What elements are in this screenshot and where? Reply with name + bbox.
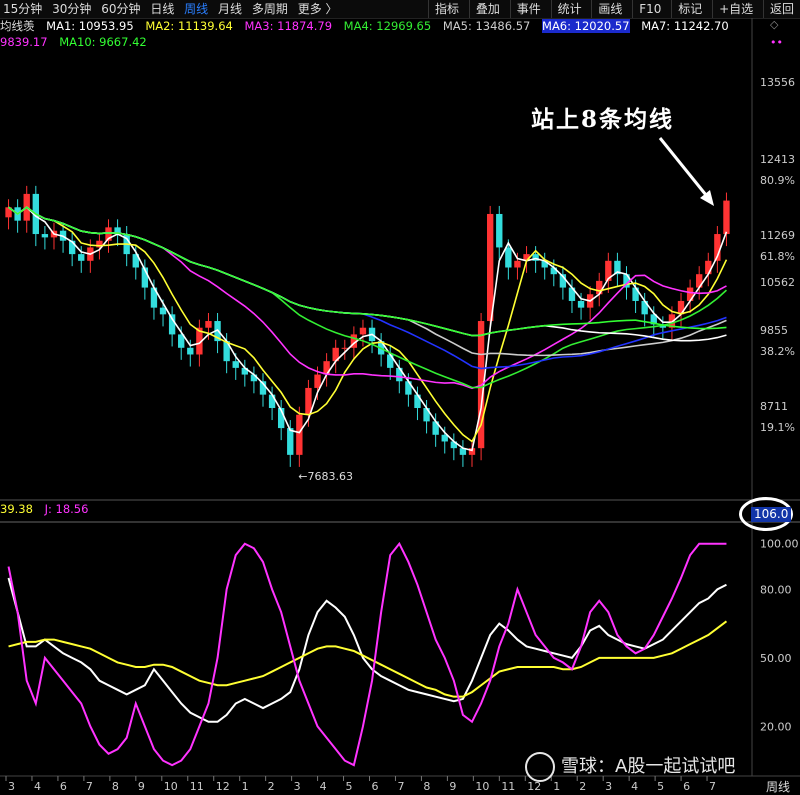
snowball-logo-icon	[525, 752, 555, 782]
kdj-j-line	[7, 541, 727, 767]
kdj-d-line	[8, 620, 728, 698]
candle-body	[232, 361, 239, 368]
price-axis-label: 38.2%	[760, 344, 795, 358]
kdj-current-value-badge: 106.0	[751, 507, 792, 522]
kdj-axis-label: 50.00	[760, 652, 792, 665]
chart-canvas: ←7683.63100.0080.0050.0020.003 4 6 7 8 9 10 11 1…	[0, 18, 800, 793]
candle-body	[487, 213, 494, 322]
date-tick-label: 8	[423, 780, 430, 793]
date-tick-label: 5	[346, 780, 353, 793]
date-tick-label: 12	[216, 780, 230, 793]
kdj-axis-label: 100.00	[760, 538, 799, 551]
date-tick-label: 11	[190, 780, 204, 793]
price-axis-label: 12413	[760, 152, 795, 166]
candle-body	[287, 428, 294, 455]
date-tick-label: 4	[34, 780, 41, 793]
date-tick-label: 9	[449, 780, 456, 793]
candle-body	[159, 307, 167, 315]
price-axis-label: 9855	[760, 323, 788, 337]
candle-body	[577, 300, 585, 308]
candle-body	[268, 394, 276, 409]
date-tick-label: 1	[242, 780, 249, 793]
date-tick-label: 6	[60, 780, 67, 793]
period-indicator: 周线	[765, 780, 790, 794]
price-axis-label: 19.1%	[760, 421, 795, 435]
date-tick-label: 6	[372, 780, 379, 793]
value-highlight-circle: 106.0	[739, 497, 793, 531]
candle-body	[705, 260, 712, 275]
candle-body	[314, 374, 321, 388]
watermark: 雪球：A股一起试试吧	[525, 752, 735, 782]
date-tick-label: 2	[268, 780, 275, 793]
candle-body	[341, 347, 348, 349]
date-tick-label: 7	[397, 780, 404, 793]
kdj-axis-label: 20.00	[760, 720, 792, 733]
watermark-text: 雪球：A股一起试试吧	[561, 756, 736, 777]
date-tick-label: 3	[8, 780, 15, 793]
low-price-label: ←7683.63	[298, 470, 353, 483]
price-axis-label: 8711	[760, 400, 788, 414]
date-tick-label: 4	[320, 780, 327, 793]
date-tick-label: 7	[86, 780, 93, 793]
candle-body	[723, 200, 730, 235]
price-axis-label: 80.9%	[760, 173, 795, 187]
date-tick-label: 8	[112, 780, 119, 793]
candle-body	[596, 280, 603, 295]
price-axis-label: 10562	[760, 276, 795, 290]
ma2-line	[8, 206, 728, 443]
price-axis-label: 11269	[760, 229, 795, 243]
date-tick-label: 11	[501, 780, 515, 793]
kdj-axis-label: 80.00	[760, 583, 792, 596]
candle-body	[514, 260, 521, 268]
price-axis-label: 13556	[760, 76, 795, 90]
candle-body	[296, 414, 303, 455]
date-tick-label: 10	[475, 780, 489, 793]
candle-body	[187, 347, 194, 355]
price-axis-label: 61.8%	[760, 250, 795, 264]
candle-body	[78, 254, 85, 261]
candle-body	[41, 234, 49, 238]
annotation-arrow	[658, 137, 712, 201]
candle-body	[505, 247, 512, 268]
date-tick-label: 3	[294, 780, 301, 793]
annotation-text: 站上8条均线	[531, 106, 675, 133]
candle-body	[359, 327, 367, 335]
date-tick-label: 9	[138, 780, 145, 793]
candle-body	[496, 213, 503, 248]
date-tick-label: 10	[164, 780, 178, 793]
candle-body	[205, 321, 212, 328]
